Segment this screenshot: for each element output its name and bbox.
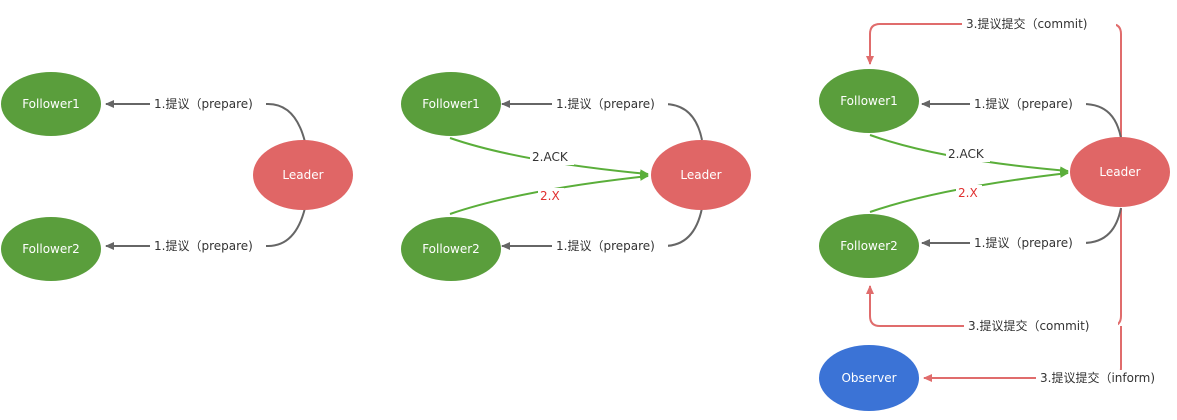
propose-label-f1: 1.提议（prepare) (974, 96, 1073, 111)
zookeeper-protocol-diagram: 1.提议（prepare) 1.提议（prepare) Follower1 Fo… (1, 16, 1170, 411)
panel-1: 1.提议（prepare) 1.提议（prepare) Follower1 Fo… (1, 72, 353, 281)
propose-label-f1: 1.提议（prepare) (556, 96, 655, 111)
panel-2: 1.提议（prepare) 1.提议（prepare) 2.ACK 2.X Fo… (401, 72, 751, 281)
leader-label: Leader (680, 168, 721, 182)
follower1-label: Follower1 (840, 94, 898, 108)
panel-3: 3.提议提交（commit) 1.提议（prepare) 2.ACK 2.X 1… (819, 16, 1170, 411)
propose-label-f1: 1.提议（prepare) (154, 96, 253, 111)
follower1-label: Follower1 (422, 97, 480, 111)
follower2-label: Follower2 (22, 242, 80, 256)
propose-label-f2: 1.提议（prepare) (974, 235, 1073, 250)
propose-label-f2: 1.提议（prepare) (556, 238, 655, 253)
leader-label: Leader (1099, 165, 1140, 179)
follower2-label: Follower2 (422, 242, 480, 256)
follower2-label: Follower2 (840, 239, 898, 253)
commit-label-f2: 3.提议提交（commit) (968, 318, 1090, 333)
follower1-label: Follower1 (22, 97, 80, 111)
leader-label: Leader (282, 168, 323, 182)
observer-label: Observer (841, 371, 896, 385)
x-label: 2.X (958, 186, 978, 200)
x-label: 2.X (540, 189, 560, 203)
ack-label: 2.ACK (948, 147, 985, 161)
propose-label-f2: 1.提议（prepare) (154, 238, 253, 253)
inform-label-observer: 3.提议提交（inform) (1040, 370, 1155, 385)
ack-label: 2.ACK (532, 150, 569, 164)
commit-label-f1: 3.提议提交（commit) (966, 16, 1088, 31)
